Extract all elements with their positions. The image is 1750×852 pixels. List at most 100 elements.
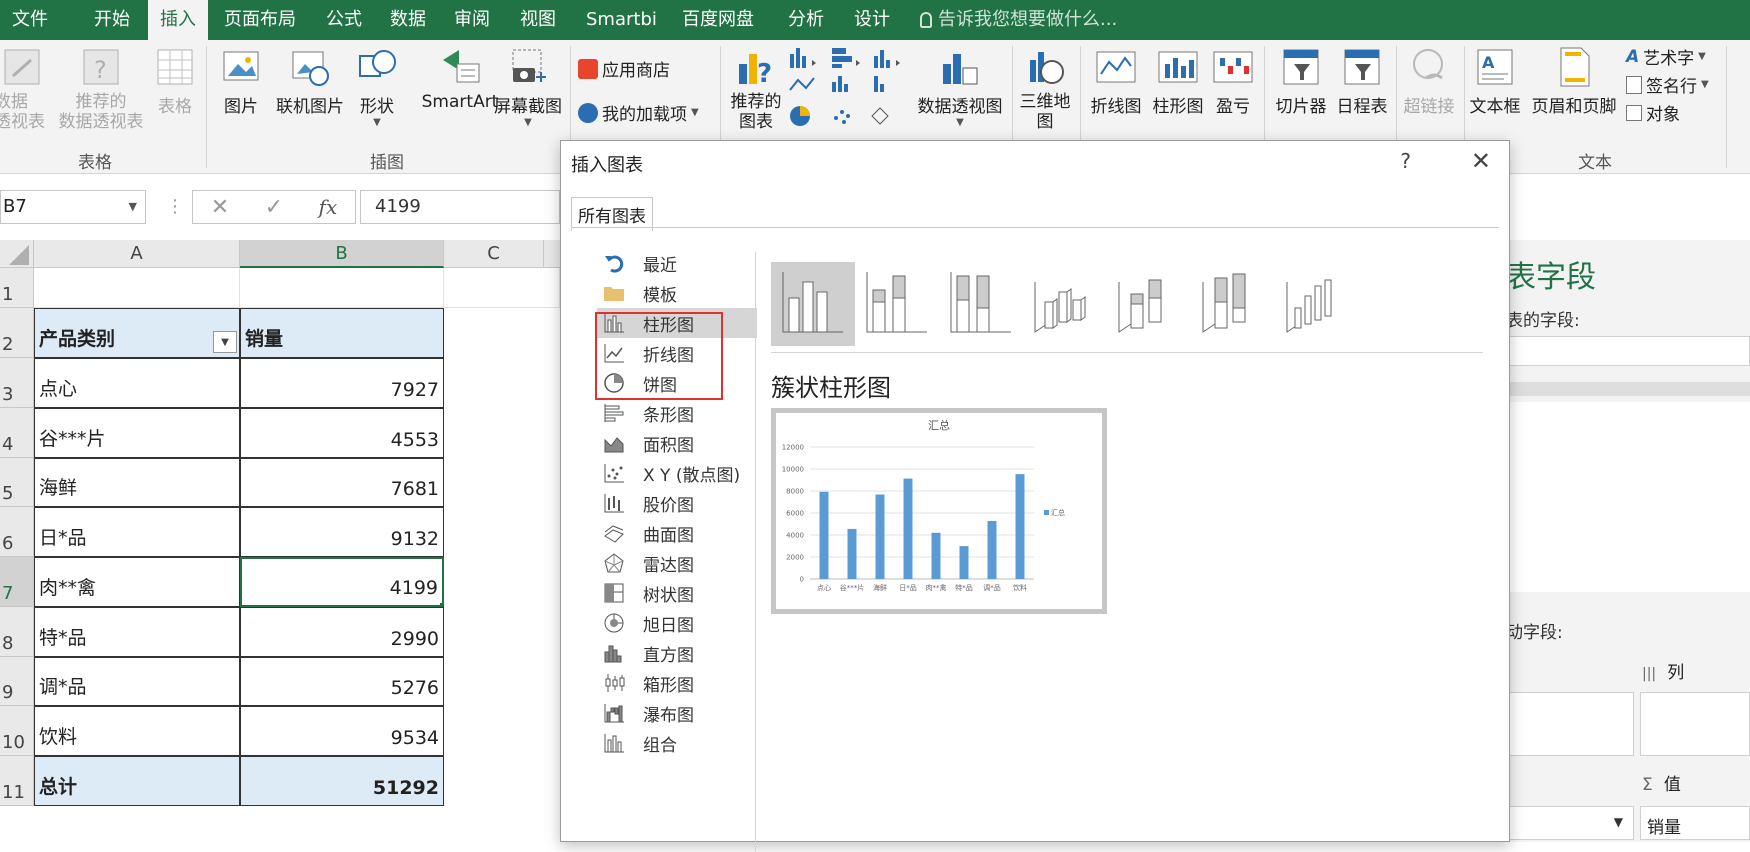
cell-sales[interactable]: 9534 bbox=[240, 706, 444, 756]
timeline-button[interactable]: 日程表 bbox=[1334, 46, 1390, 117]
tab-design[interactable]: 设计 bbox=[842, 0, 902, 40]
row-header[interactable]: 8 bbox=[0, 607, 34, 657]
row-header[interactable]: 5 bbox=[0, 458, 34, 507]
sparkline-line-button[interactable]: 折线图 bbox=[1084, 46, 1148, 117]
pivot-header-sales[interactable]: 销量 bbox=[240, 308, 444, 358]
cell-sales[interactable]: 5276 bbox=[240, 657, 444, 706]
cell-sales[interactable]: 9132 bbox=[240, 507, 444, 557]
signature-line-button[interactable]: 签名行 ▼ bbox=[1626, 72, 1709, 97]
object-button[interactable]: 对象 bbox=[1626, 100, 1680, 125]
table-button[interactable]: 表格 bbox=[152, 46, 198, 117]
pivot-table-button[interactable]: 数据 透视表 bbox=[0, 46, 50, 132]
cell-category[interactable]: 饮料 bbox=[34, 706, 240, 756]
row-header[interactable]: 7 bbox=[0, 557, 34, 607]
screenshot-button[interactable]: 屏幕截图 ▼ bbox=[488, 46, 568, 128]
chart-type-waterfall[interactable]: 瀑布图 bbox=[597, 698, 747, 728]
filter-dropdown-icon[interactable]: ▼ bbox=[213, 331, 237, 353]
cell-category[interactable]: 调*品 bbox=[34, 657, 240, 706]
subtype-stacked-column[interactable] bbox=[855, 262, 939, 346]
sparkline-winloss-button[interactable]: 盈亏 bbox=[1210, 46, 1256, 117]
cell-sales[interactable]: 4553 bbox=[240, 408, 444, 458]
pivot-value-field[interactable]: 销量 bbox=[1640, 806, 1750, 840]
row-header[interactable]: 11 bbox=[0, 756, 34, 806]
row-header[interactable]: 1 bbox=[0, 268, 34, 308]
picture-button[interactable]: 图片 bbox=[218, 46, 264, 117]
pivot-chart-button[interactable]: 数据透视图 ▼ bbox=[912, 46, 1008, 128]
row-header[interactable]: 4 bbox=[0, 408, 34, 458]
tell-me-box[interactable]: 告诉我您想要做什么... bbox=[920, 0, 1117, 40]
cell-sales[interactable]: 2990 bbox=[240, 607, 444, 657]
chart-type-histogram[interactable]: 直方图 bbox=[597, 638, 747, 668]
chart-type-treemap[interactable]: 树状图 bbox=[597, 578, 747, 608]
sparkline-column-button[interactable]: 柱形图 bbox=[1150, 46, 1206, 117]
cell-category[interactable]: 特*品 bbox=[34, 607, 240, 657]
subtype-100-stacked-column[interactable] bbox=[939, 262, 1023, 346]
row-header[interactable]: 6 bbox=[0, 507, 34, 557]
chart-types-icon[interactable] bbox=[788, 46, 910, 142]
tab-smartbi[interactable]: Smartbi bbox=[574, 0, 669, 40]
chart-type-stock[interactable]: 股价图 bbox=[597, 488, 747, 518]
chart-type-box-whisker[interactable]: 箱形图 bbox=[597, 668, 747, 698]
cell-sales[interactable]: 7681 bbox=[240, 458, 444, 507]
column-header-d[interactable] bbox=[544, 240, 560, 268]
tab-review[interactable]: 审阅 bbox=[442, 0, 502, 40]
close-icon[interactable]: ✕ bbox=[1471, 147, 1491, 175]
cell-category[interactable]: 海鲜 bbox=[34, 458, 240, 507]
chart-type-recent[interactable]: 最近 bbox=[597, 248, 747, 278]
online-picture-button[interactable]: 联机图片 bbox=[270, 46, 350, 117]
subtype-3d-column[interactable] bbox=[1275, 262, 1359, 346]
cell-a1[interactable] bbox=[34, 268, 240, 308]
pivot-header-category[interactable]: 产品类别 ▼ bbox=[34, 308, 240, 358]
shapes-button[interactable]: 形状 ▼ bbox=[354, 46, 400, 128]
column-header-a[interactable]: A bbox=[34, 240, 240, 268]
tab-insert[interactable]: 插入 bbox=[148, 0, 208, 40]
cell-category[interactable]: 点心 bbox=[34, 358, 240, 408]
pivot-drop-rows-field[interactable]: ▼ bbox=[1500, 806, 1634, 840]
pivot-drop-rows[interactable] bbox=[1500, 692, 1634, 756]
column-header-c[interactable]: C bbox=[444, 240, 544, 268]
name-box[interactable]: B7 ▼ bbox=[0, 190, 146, 224]
name-box-dropdown-icon[interactable]: ▼ bbox=[129, 191, 137, 223]
slicer-button[interactable]: 切片器 bbox=[1270, 46, 1332, 117]
active-cell-b7[interactable]: 4199 bbox=[240, 557, 444, 607]
header-footer-button[interactable]: 页眉和页脚 bbox=[1526, 46, 1622, 117]
row-header[interactable]: 2 bbox=[0, 308, 34, 358]
chart-type-area[interactable]: 面积图 bbox=[597, 428, 747, 458]
chart-type-combo[interactable]: 组合 bbox=[597, 728, 747, 758]
enter-icon[interactable]: ✓ bbox=[265, 195, 283, 220]
tab-file[interactable]: 文件 bbox=[0, 0, 60, 40]
column-header-b[interactable]: B bbox=[240, 240, 444, 268]
pivot-area-values[interactable]: Σ 值 bbox=[1638, 770, 1750, 804]
subtype-clustered-column[interactable] bbox=[771, 262, 855, 346]
chart-type-radar[interactable]: 雷达图 bbox=[597, 548, 747, 578]
cell-b1[interactable] bbox=[240, 268, 444, 308]
cell-total-label[interactable]: 总计 bbox=[34, 756, 240, 806]
row-header[interactable]: 10 bbox=[0, 706, 34, 756]
chart-type-sunburst[interactable]: 旭日图 bbox=[597, 608, 747, 638]
cell-total-value[interactable]: 51292 bbox=[240, 756, 444, 806]
3d-map-button[interactable]: 三维地 图 bbox=[1016, 46, 1074, 132]
pivot-area-columns[interactable]: ||| 列 bbox=[1638, 658, 1750, 692]
chart-type-scatter[interactable]: X Y (散点图) bbox=[597, 458, 747, 488]
tab-formulas[interactable]: 公式 bbox=[314, 0, 374, 40]
subtype-3d-stacked-column[interactable] bbox=[1107, 262, 1191, 346]
app-store-button[interactable]: 应用商店 bbox=[578, 56, 670, 81]
cell-category[interactable]: 谷***片 bbox=[34, 408, 240, 458]
cell-c1[interactable] bbox=[444, 268, 560, 308]
formula-input[interactable]: 4199 bbox=[360, 190, 560, 224]
tab-home[interactable]: 开始 bbox=[82, 0, 142, 40]
tab-page-layout[interactable]: 页面布局 bbox=[212, 0, 308, 40]
recommended-pivot-button[interactable]: ? 推荐的 数据透视表 bbox=[56, 46, 146, 132]
select-all-corner[interactable] bbox=[0, 240, 34, 268]
subtype-3d-clustered-column[interactable] bbox=[1023, 262, 1107, 346]
chart-type-bar[interactable]: 条形图 bbox=[597, 398, 747, 428]
chevron-down-icon[interactable]: ▼ bbox=[1614, 815, 1623, 829]
pivot-drop-columns[interactable] bbox=[1640, 692, 1750, 756]
tab-all-charts[interactable]: 所有图表 bbox=[571, 197, 653, 231]
insert-function-button[interactable]: fx bbox=[319, 195, 338, 219]
cancel-icon[interactable]: ✕ bbox=[211, 195, 229, 220]
recommended-charts-button[interactable]: ? 推荐的 图表 bbox=[724, 46, 788, 132]
my-addins-button[interactable]: 我的加载项 ▼ bbox=[578, 100, 699, 125]
tab-data[interactable]: 数据 bbox=[378, 0, 438, 40]
wordart-button[interactable]: A 艺术字 ▼ bbox=[1626, 44, 1706, 70]
